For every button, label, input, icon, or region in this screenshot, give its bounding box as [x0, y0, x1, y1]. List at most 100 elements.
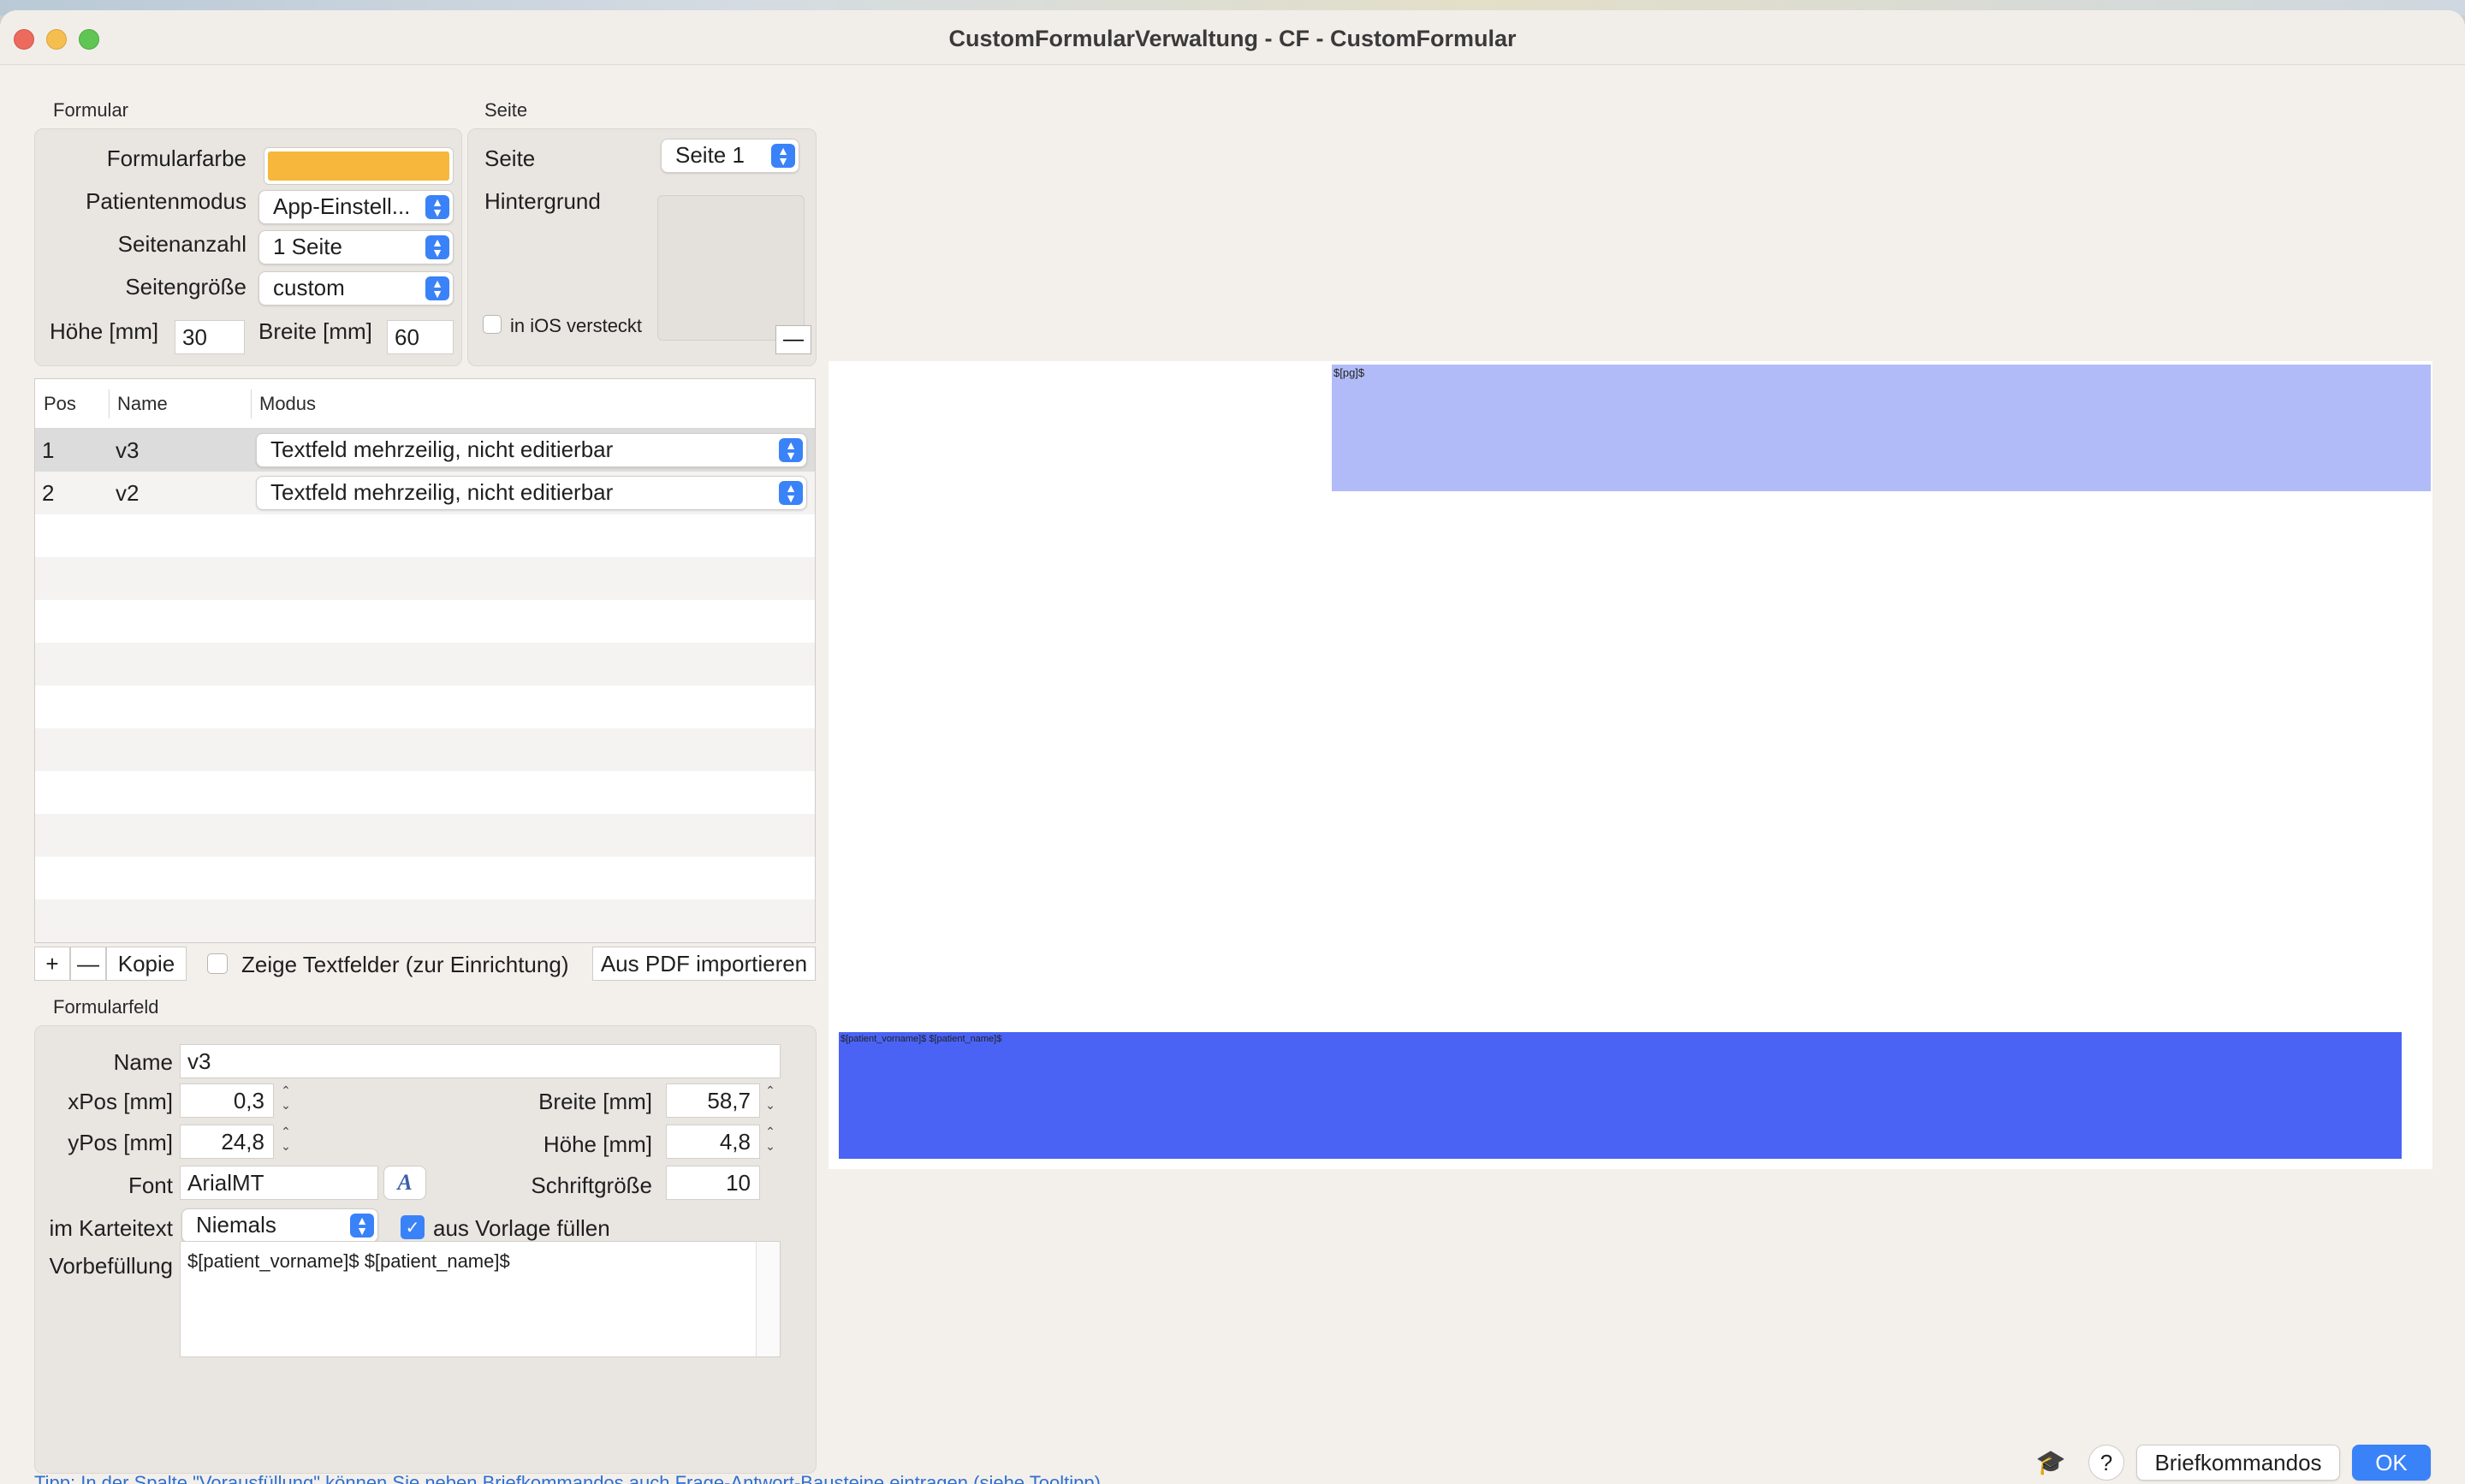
seitengroesse-value: custom — [273, 275, 345, 300]
xpos-stepper[interactable]: ⌃ ⌄ — [277, 1083, 294, 1116]
feld-breite-label: Breite [mm] — [538, 1089, 652, 1114]
column-separator — [109, 389, 110, 418]
feld-breite-stepper[interactable]: ⌃ ⌄ — [762, 1083, 779, 1116]
row-modus-value: Textfeld mehrzeilig, nicht editierbar — [270, 436, 614, 462]
patientenmodus-value: App-Einstell... — [273, 193, 411, 219]
font-input[interactable]: ArialMT — [180, 1166, 378, 1200]
row-name: v2 — [116, 480, 140, 506]
feld-breite-input[interactable]: 58,7 — [666, 1083, 760, 1118]
column-header-pos[interactable]: Pos — [44, 393, 76, 415]
row-modus-value: Textfeld mehrzeilig, nicht editierbar — [270, 479, 614, 505]
aus-vorlage-label: aus Vorlage füllen — [433, 1215, 610, 1241]
table-row-empty — [35, 643, 815, 686]
table-row[interactable]: 2 v2 Textfeld mehrzeilig, nicht editierb… — [35, 472, 815, 514]
table-header: Pos Name Modus — [35, 379, 815, 429]
hintergrund-label: Hintergrund — [484, 188, 601, 214]
karteitext-label: im Karteitext — [49, 1215, 174, 1241]
hintergrund-image-well[interactable] — [657, 195, 805, 341]
patientenmodus-label: Patientenmodus — [86, 188, 246, 214]
seitengroesse-label: Seitengröße — [125, 274, 246, 300]
chevron-updown-icon: ▲ ▼ — [425, 235, 449, 259]
seitenanzahl-value: 1 Seite — [273, 234, 342, 259]
ios-hidden-label: in iOS versteckt — [510, 315, 643, 336]
ios-hidden-checkbox[interactable] — [483, 315, 502, 334]
ypos-stepper[interactable]: ⌃ ⌄ — [277, 1125, 294, 1157]
preview-field-name-text: $[patient_vorname]$ $[patient_name]$ — [840, 1034, 1002, 1044]
add-field-button[interactable]: + — [34, 947, 70, 981]
row-pos: 1 — [42, 437, 55, 463]
breite-label: Breite [mm] — [258, 318, 372, 344]
remove-background-button[interactable]: — — [775, 325, 811, 354]
import-pdf-button[interactable]: Aus PDF importieren — [592, 947, 816, 981]
column-separator — [251, 389, 252, 418]
row-modus-select[interactable]: Textfeld mehrzeilig, nicht editierbar ▲ ▼ — [256, 476, 807, 510]
show-textfields-label: Zeige Textfelder (zur Einrichtung) — [241, 952, 569, 977]
row-modus-select[interactable]: Textfeld mehrzeilig, nicht editierbar ▲ ▼ — [256, 433, 807, 467]
xpos-label: xPos [mm] — [68, 1089, 173, 1114]
chevron-updown-icon: ▲ ▼ — [779, 481, 803, 505]
karteitext-select[interactable]: Niemals ▲ ▼ — [181, 1208, 378, 1243]
table-row-empty — [35, 814, 815, 857]
window-title: CustomFormularVerwaltung - CF - CustomFo… — [948, 26, 1517, 51]
table-row-empty — [35, 857, 815, 899]
font-picker-button[interactable]: A — [383, 1166, 426, 1200]
name-label: Name — [113, 1049, 173, 1075]
name-input[interactable]: v3 — [180, 1044, 781, 1078]
seitenanzahl-select[interactable]: 1 Seite ▲ ▼ — [258, 230, 454, 264]
seite-section-label: Seite — [484, 99, 528, 121]
tip-text: Tipp: In der Spalte "Vorausfüllung" könn… — [34, 1472, 1101, 1484]
window: CustomFormularVerwaltung - CF - CustomFo… — [0, 10, 2465, 1484]
hoehe-label: Höhe [mm] — [50, 318, 159, 344]
preview-field-name[interactable]: $[patient_vorname]$ $[patient_name]$ — [839, 1032, 2402, 1159]
feld-hoehe-stepper[interactable]: ⌃ ⌄ — [762, 1125, 779, 1157]
chevron-updown-icon: ▲ ▼ — [350, 1214, 374, 1238]
formularfeld-section-label: Formularfeld — [53, 996, 159, 1018]
seitengroesse-select[interactable]: custom ▲ ▼ — [258, 271, 454, 306]
patientenmodus-select[interactable]: App-Einstell... ▲ ▼ — [258, 190, 454, 224]
preview-field-pg[interactable]: $[pg]$ — [1332, 365, 2431, 491]
breite-input[interactable]: 60 — [387, 320, 454, 354]
seite-value: Seite 1 — [675, 142, 745, 168]
feld-hoehe-label: Höhe [mm] — [543, 1131, 652, 1157]
ok-button[interactable]: OK — [2352, 1445, 2431, 1481]
formularfarbe-color-well[interactable] — [264, 147, 454, 185]
column-header-name[interactable]: Name — [117, 393, 168, 415]
aus-vorlage-checkbox[interactable]: ✓ — [401, 1215, 425, 1239]
table-row[interactable]: 1 v3 Textfeld mehrzeilig, nicht editierb… — [35, 429, 815, 472]
vorbefuellung-label: Vorbefüllung — [49, 1253, 173, 1279]
vorbefuellung-textarea[interactable]: $[patient_vorname]$ $[patient_name]$ — [180, 1241, 781, 1357]
vorbefuellung-scrollbar[interactable] — [756, 1242, 780, 1356]
karteitext-value: Niemals — [196, 1212, 276, 1238]
ypos-label: yPos [mm] — [68, 1130, 173, 1155]
table-row-empty — [35, 600, 815, 643]
help-button[interactable]: ? — [2088, 1445, 2124, 1481]
chevron-updown-icon: ▲ ▼ — [425, 276, 449, 300]
font-label: Font — [128, 1172, 173, 1198]
column-header-modus[interactable]: Modus — [259, 393, 316, 415]
schriftgroesse-input[interactable]: 10 — [666, 1166, 760, 1200]
briefkommandos-button[interactable]: Briefkommandos — [2136, 1445, 2340, 1481]
formularfarbe-label: Formularfarbe — [106, 145, 246, 171]
xpos-input[interactable]: 0,3 — [180, 1083, 274, 1118]
seite-select[interactable]: Seite 1 ▲ ▼ — [661, 139, 799, 173]
row-pos: 2 — [42, 480, 55, 506]
vorbefuellung-text: $[patient_vorname]$ $[patient_name]$ — [187, 1250, 510, 1272]
chevron-updown-icon: ▲ ▼ — [779, 438, 803, 462]
ypos-input[interactable]: 24,8 — [180, 1125, 274, 1159]
copy-field-button[interactable]: Kopie — [106, 947, 187, 981]
seitenanzahl-label: Seitenanzahl — [117, 231, 246, 257]
preview-field-pg-text: $[pg]$ — [1333, 366, 1365, 379]
form-preview-canvas[interactable]: $[pg]$ $[patient_vorname]$ $[patient_nam… — [829, 361, 2432, 1169]
table-row-empty — [35, 728, 815, 771]
chevron-updown-icon: ▲ ▼ — [771, 144, 795, 168]
seite-label: Seite — [484, 145, 536, 171]
formular-section-label: Formular — [53, 99, 129, 121]
show-textfields-checkbox[interactable] — [207, 953, 228, 974]
remove-field-button[interactable]: — — [70, 947, 106, 981]
hoehe-input[interactable]: 30 — [175, 320, 245, 354]
table-row-empty — [35, 514, 815, 557]
chevron-updown-icon: ▲ ▼ — [425, 195, 449, 219]
fields-table: Pos Name Modus 1 v3 Textfeld mehrzeilig,… — [34, 378, 816, 943]
feld-hoehe-input[interactable]: 4,8 — [666, 1125, 760, 1159]
graduation-cap-icon[interactable]: 🎓 — [2035, 1448, 2066, 1477]
